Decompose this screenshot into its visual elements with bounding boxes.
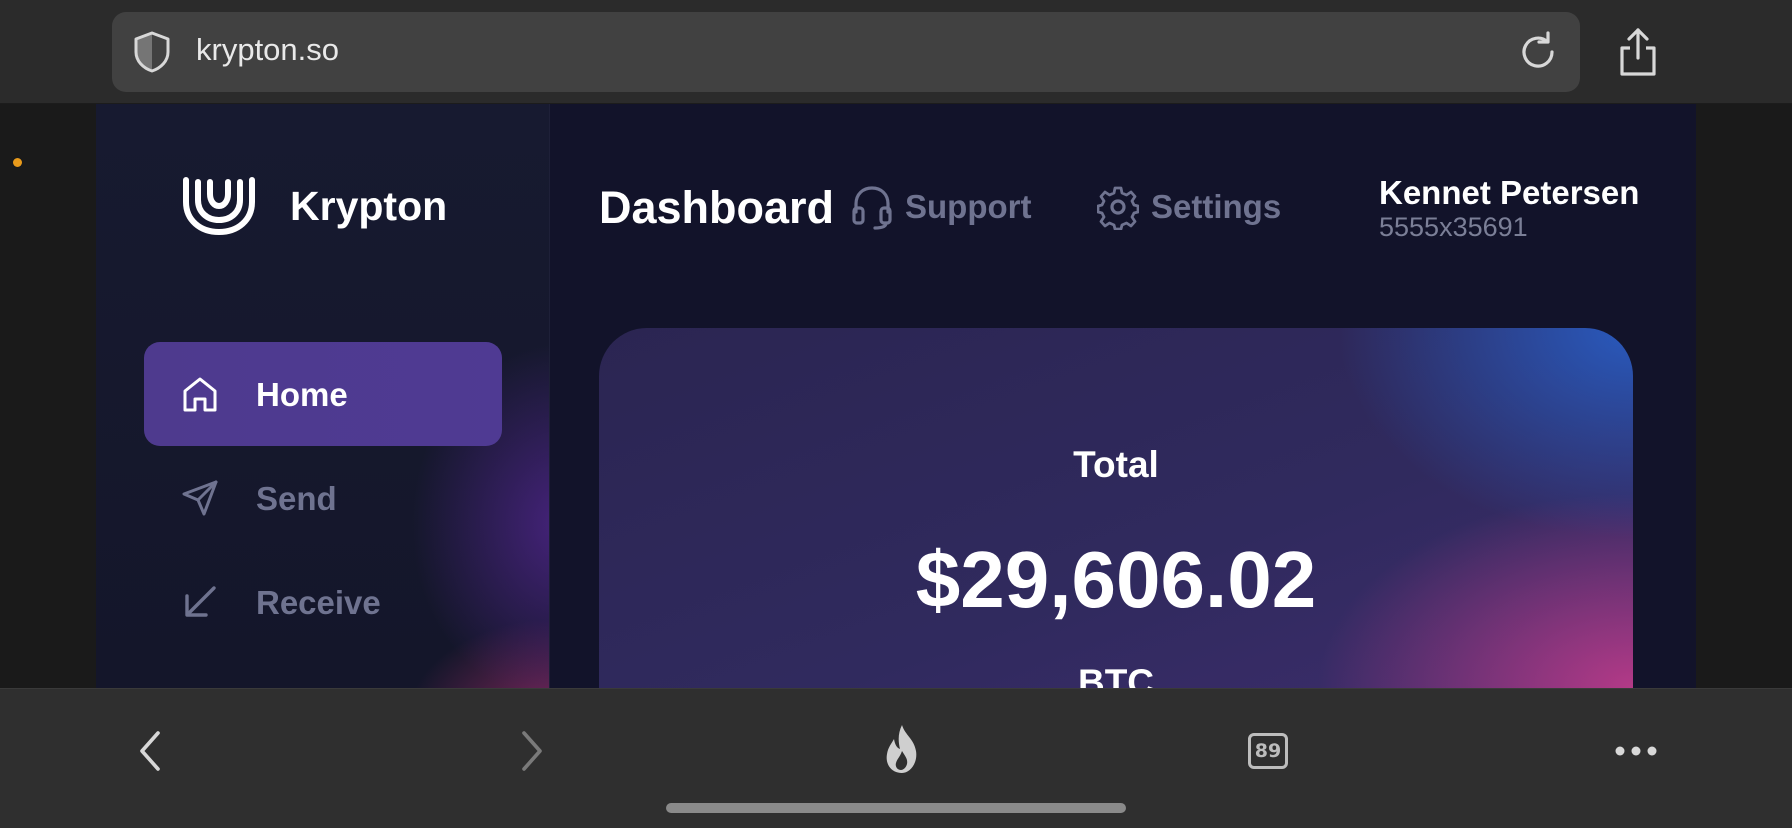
user-id: 5555x35691 xyxy=(1379,212,1528,242)
total-value: $29,606.02 xyxy=(915,535,1317,624)
sidebar-item-send[interactable]: Send xyxy=(144,446,502,550)
sidebar-item-label: Home xyxy=(256,376,348,413)
address-bar[interactable]: krypton.so xyxy=(112,12,1580,92)
sidebar-item-receive[interactable]: Receive xyxy=(144,550,502,654)
home-indicator[interactable] xyxy=(666,803,1126,813)
home-icon xyxy=(183,377,217,412)
balance-card: Total $29,606.02 BTC xyxy=(599,328,1633,688)
krypton-app: Krypton Home Send Receive Dashboard Supp… xyxy=(96,104,1696,688)
tabs-button[interactable]: 89 xyxy=(1238,721,1298,781)
browser-top-bar: krypton.so xyxy=(0,0,1792,104)
support-link[interactable]: Support xyxy=(851,184,1031,230)
back-icon[interactable] xyxy=(122,721,182,781)
fire-icon[interactable] xyxy=(872,721,932,781)
sidebar-item-label: Receive xyxy=(256,584,381,621)
brand-name: Krypton xyxy=(290,182,448,229)
settings-link[interactable]: Settings xyxy=(1097,184,1281,230)
headset-icon xyxy=(852,186,892,230)
support-label: Support xyxy=(905,188,1032,225)
forward-icon[interactable] xyxy=(500,721,560,781)
shield-icon[interactable] xyxy=(128,28,176,76)
reload-icon[interactable] xyxy=(1514,28,1562,76)
currency-label: BTC xyxy=(1077,662,1155,688)
receive-arrow-icon xyxy=(185,586,216,617)
krypton-logo-icon xyxy=(183,177,255,236)
sidebar-item-label: Send xyxy=(256,480,337,517)
url-text[interactable]: krypton.so xyxy=(196,32,339,68)
brand[interactable]: Krypton xyxy=(182,176,447,236)
gear-icon xyxy=(1097,186,1139,230)
main-content: Dashboard Support Settings Kennet Peters… xyxy=(551,104,1696,688)
send-icon xyxy=(182,480,218,516)
more-icon[interactable] xyxy=(1606,721,1666,781)
share-icon[interactable] xyxy=(1614,24,1662,80)
sidebar-item-home[interactable]: Home xyxy=(144,342,502,446)
page-title: Dashboard xyxy=(599,182,835,233)
tabs-icon: 89 xyxy=(1248,733,1288,769)
total-label: Total xyxy=(1073,444,1159,485)
browser-bottom-bar: 89 xyxy=(0,688,1792,828)
settings-label: Settings xyxy=(1151,188,1282,225)
status-dot xyxy=(13,158,22,167)
user-name[interactable]: Kennet Petersen xyxy=(1379,174,1639,212)
web-page: Krypton Home Send Receive Dashboard Supp… xyxy=(0,104,1792,688)
sidebar: Krypton Home Send Receive xyxy=(96,104,550,688)
